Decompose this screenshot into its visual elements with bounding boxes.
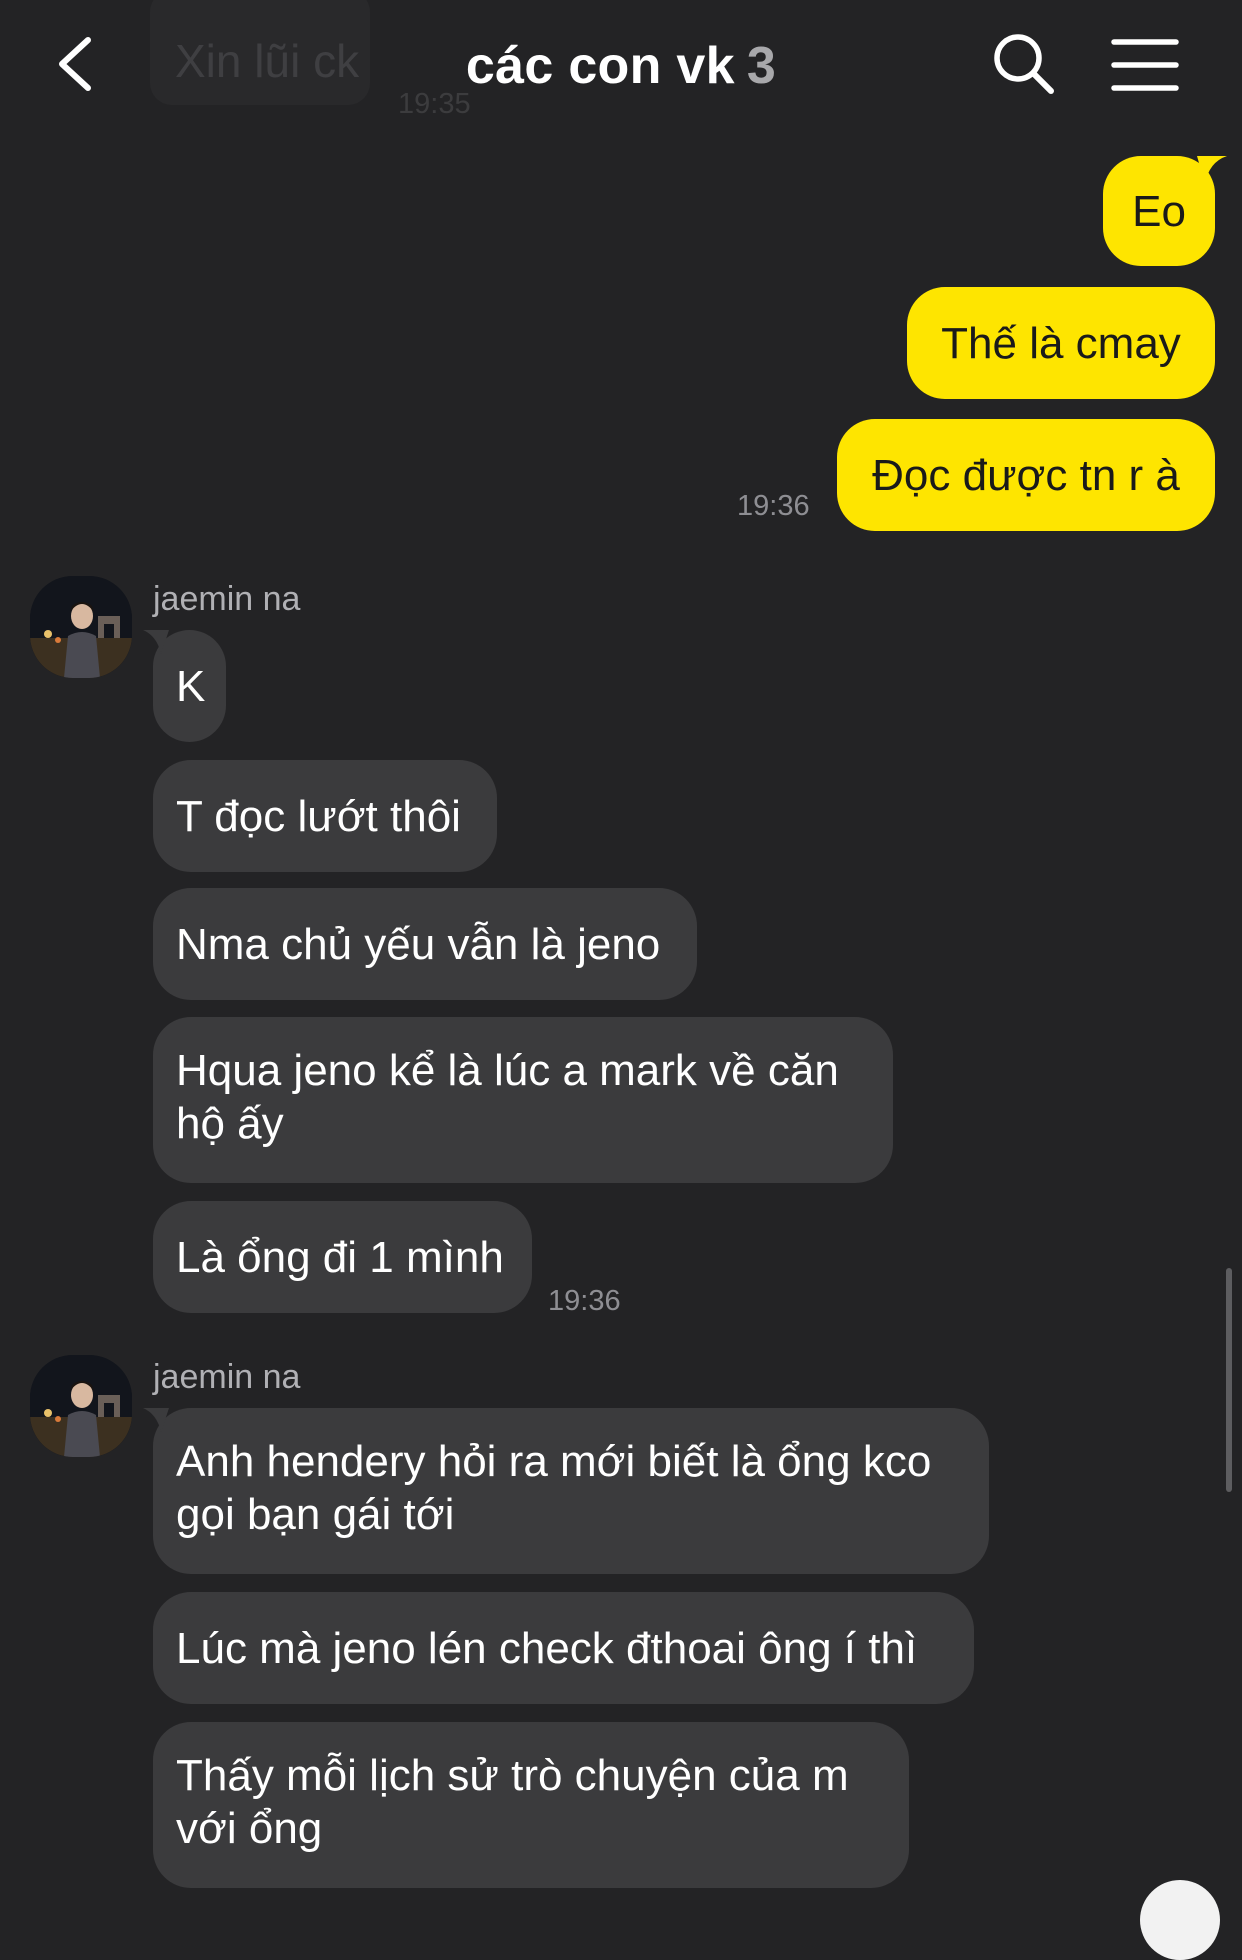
received-message-text: Thấy mỗi lịch sử trò chuyện của m với ổn… (176, 1751, 849, 1853)
received-message-bubble[interactable]: T đọc lướt thôi (153, 760, 497, 872)
received-message-text: Là ổng đi 1 mình (176, 1232, 504, 1282)
received-message-text: Anh hendery hỏi ra mới biết là ổng kco g… (176, 1437, 932, 1539)
received-message-bubble[interactable]: Thấy mỗi lịch sử trò chuyện của m với ổn… (153, 1722, 909, 1888)
avatar-photo (30, 576, 132, 678)
sent-message-bubble[interactable]: Đọc được tn r à (837, 419, 1215, 531)
sent-message-bubble[interactable]: Thế là cmay (907, 287, 1215, 399)
search-button[interactable] (990, 30, 1060, 100)
sender-name: jaemin na (153, 580, 301, 618)
scroll-to-bottom-button[interactable] (1140, 1880, 1220, 1960)
bubble-tail (143, 1408, 169, 1432)
avatar[interactable] (30, 576, 132, 678)
chat-name: các con vk (465, 37, 735, 95)
sent-message-text: Eo (1132, 186, 1186, 236)
sent-message-bubble[interactable]: Eo (1103, 156, 1227, 266)
member-count: 3 (746, 37, 777, 95)
sent-message-text: Thế là cmay (941, 318, 1181, 368)
bubble-tail (1197, 156, 1227, 184)
menu-icon (1111, 39, 1179, 91)
received-message-bubble[interactable]: Nma chủ yếu vẫn là jeno (153, 888, 697, 1000)
search-icon (994, 34, 1054, 94)
received-message-bubble[interactable]: Lúc mà jeno lén check đthoai ông í thì (153, 1592, 974, 1704)
received-message-text: T đọc lướt thôi (176, 791, 461, 841)
menu-button[interactable] (1108, 32, 1182, 96)
received-message-text: Nma chủ yếu vẫn là jeno (176, 919, 661, 969)
scrollbar[interactable] (1226, 1268, 1232, 1492)
received-message-bubble[interactable]: Là ổng đi 1 mình (153, 1201, 532, 1313)
received-message-bubble[interactable]: Anh hendery hỏi ra mới biết là ổng kco g… (143, 1408, 989, 1574)
sent-message-text: Đọc được tn r à (872, 450, 1180, 500)
avatar-photo (30, 1355, 132, 1457)
sent-message-time: 19:36 (737, 490, 810, 522)
bubble-tail (143, 630, 169, 654)
received-message-time: 19:36 (548, 1285, 621, 1317)
received-message-text: Lúc mà jeno lén check đthoai ông í thì (176, 1623, 918, 1673)
avatar[interactable] (30, 1355, 132, 1457)
sender-name: jaemin na (153, 1358, 301, 1396)
received-message-bubble[interactable]: K (143, 630, 226, 742)
received-message-bubble[interactable]: Hqua jeno kể là lúc a mark về căn hộ ấy (153, 1017, 893, 1183)
received-message-text: K (176, 661, 206, 711)
received-message-text: Hqua jeno kể là lúc a mark về căn hộ ấy (176, 1046, 839, 1148)
